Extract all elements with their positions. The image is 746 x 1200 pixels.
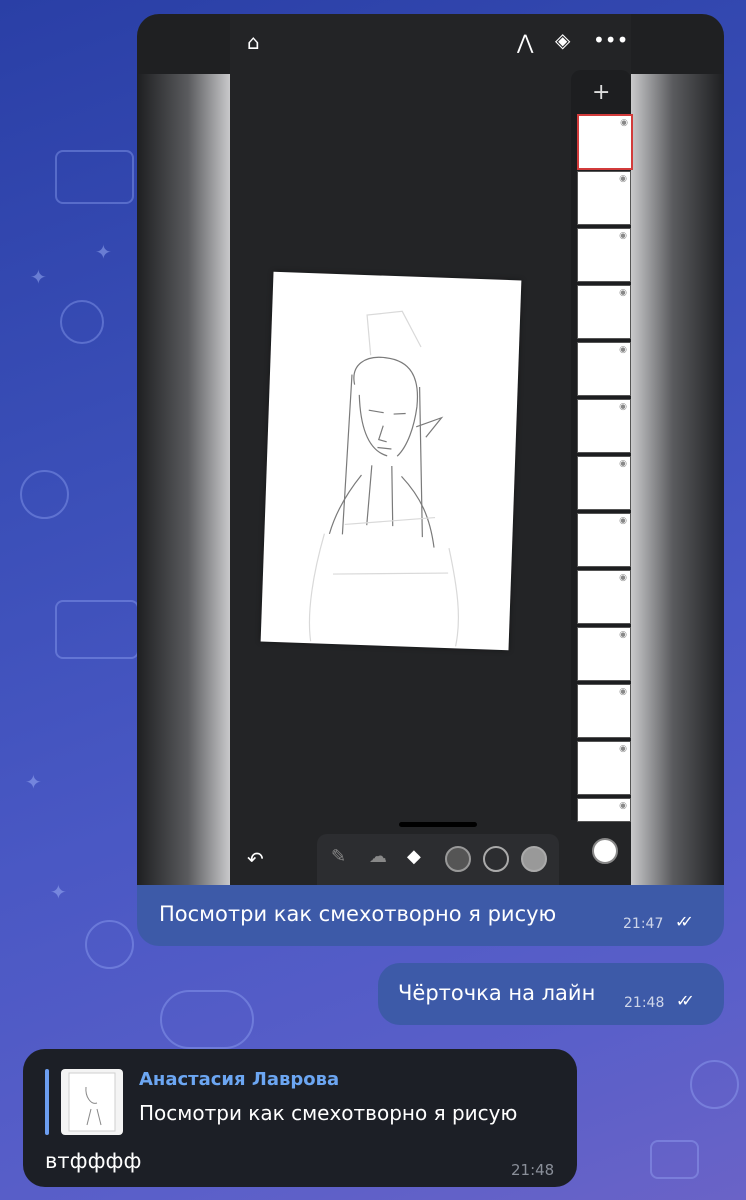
- layer-thumbnail[interactable]: ◉: [577, 684, 631, 738]
- star-icon: ✦: [50, 880, 67, 904]
- heart-icon: [690, 1060, 739, 1109]
- tool-bar: ✎ ☁ ◆: [317, 834, 559, 885]
- chat-icon: [20, 470, 69, 519]
- layer-thumbnail[interactable]: ◉: [577, 399, 631, 453]
- layer-thumbnail[interactable]: ◉: [577, 570, 631, 624]
- chat-icon: [85, 920, 134, 969]
- camera-icon: [650, 1140, 699, 1179]
- layer-thumbnail[interactable]: ◉: [577, 285, 631, 339]
- drawing-app-screenshot[interactable]: ⌂ ⋀ ◈ ••• + ◉ ◉ ◉ ◉ ◉ ◉ ◉ ◉ ◉ ◉ ◉ ◉ ◉ ↶ …: [137, 14, 724, 885]
- home-icon: ⌂: [247, 30, 260, 54]
- undo-icon[interactable]: ↶: [247, 847, 264, 871]
- layer-thumbnail[interactable]: ◉: [577, 114, 633, 170]
- eye-icon[interactable]: ◉: [619, 516, 627, 526]
- sketch-thumbnail: [68, 1072, 116, 1132]
- eye-icon[interactable]: ◉: [620, 118, 628, 128]
- eye-icon[interactable]: ◉: [619, 231, 627, 241]
- laptop-icon: [55, 150, 134, 204]
- heart-icon: [60, 300, 104, 344]
- reply-accent-bar: [45, 1069, 49, 1135]
- read-status-icon: ✓✓: [676, 991, 695, 1010]
- eye-icon[interactable]: ◉: [619, 288, 627, 298]
- brush-size-icon[interactable]: [445, 846, 471, 872]
- layer-thumbnail[interactable]: ◉: [577, 627, 631, 681]
- reply-message-bubble[interactable]: Анастасия Лаврова Посмотри как смехотвор…: [23, 1049, 577, 1187]
- eye-icon[interactable]: ◉: [619, 174, 627, 184]
- sketch: [308, 310, 460, 647]
- more-icon: •••: [593, 28, 629, 52]
- reply-quoted-text: Посмотри как смехотворно я рисую: [139, 1101, 518, 1125]
- eye-icon[interactable]: ◉: [619, 801, 627, 811]
- image-message-bubble[interactable]: ⌂ ⋀ ◈ ••• + ◉ ◉ ◉ ◉ ◉ ◉ ◉ ◉ ◉ ◉ ◉ ◉ ◉ ↶ …: [137, 14, 724, 946]
- layer-thumbnail[interactable]: ◉: [577, 456, 631, 510]
- laptop-icon: [55, 600, 139, 659]
- cat-icon: [160, 990, 254, 1049]
- text-message-bubble[interactable]: Чёрточка на лайн 21:48 ✓✓: [378, 963, 724, 1025]
- layer-thumbnail[interactable]: ◉: [577, 171, 631, 225]
- smudge-icon[interactable]: ☁: [369, 846, 387, 867]
- brush-icon[interactable]: ✎: [331, 846, 346, 867]
- panel-handle[interactable]: [399, 822, 477, 827]
- layer-thumbnail[interactable]: ◉: [577, 741, 631, 795]
- color-swatch-icon[interactable]: [521, 846, 547, 872]
- eye-icon[interactable]: ◉: [619, 345, 627, 355]
- layers-icon: ◈: [555, 28, 571, 52]
- eye-icon[interactable]: ◉: [619, 573, 627, 583]
- color-swatch-icon[interactable]: [592, 838, 618, 864]
- layers-panel[interactable]: + ◉ ◉ ◉ ◉ ◉ ◉ ◉ ◉ ◉ ◉ ◉ ◉ ◉: [571, 70, 633, 822]
- eye-icon[interactable]: ◉: [619, 687, 627, 697]
- image-caption: Посмотри как смехотворно я рисую: [159, 902, 557, 926]
- eye-icon[interactable]: ◉: [619, 459, 627, 469]
- layer-thumbnail[interactable]: ◉: [577, 342, 631, 396]
- star-icon: ✦: [25, 770, 42, 794]
- layer-thumbnail[interactable]: ◉: [577, 513, 631, 567]
- eye-icon[interactable]: ◉: [619, 402, 627, 412]
- message-time: 21:48: [624, 995, 665, 1011]
- opacity-ring-icon[interactable]: [483, 846, 509, 872]
- message-text: втфффф: [45, 1149, 142, 1173]
- eye-icon[interactable]: ◉: [619, 630, 627, 640]
- ruler-icon: ⋀: [517, 30, 534, 54]
- message-time: 21:47: [623, 916, 664, 932]
- eraser-icon[interactable]: ◆: [407, 846, 421, 867]
- layer-thumbnail[interactable]: ◉: [577, 228, 631, 282]
- drawing-canvas: [260, 271, 522, 651]
- eye-icon[interactable]: ◉: [619, 744, 627, 754]
- star-icon: ✦: [95, 240, 112, 264]
- reply-thumbnail[interactable]: [61, 1069, 123, 1135]
- reply-author[interactable]: Анастасия Лаврова: [139, 1069, 339, 1090]
- message-text: Чёрточка на лайн: [398, 981, 596, 1005]
- read-status-icon: ✓✓: [675, 912, 694, 931]
- layer-thumbnail[interactable]: ◉: [577, 798, 631, 822]
- star-icon: ✦: [30, 265, 47, 289]
- message-time: 21:48: [511, 1161, 555, 1179]
- add-layer-icon[interactable]: +: [592, 80, 610, 105]
